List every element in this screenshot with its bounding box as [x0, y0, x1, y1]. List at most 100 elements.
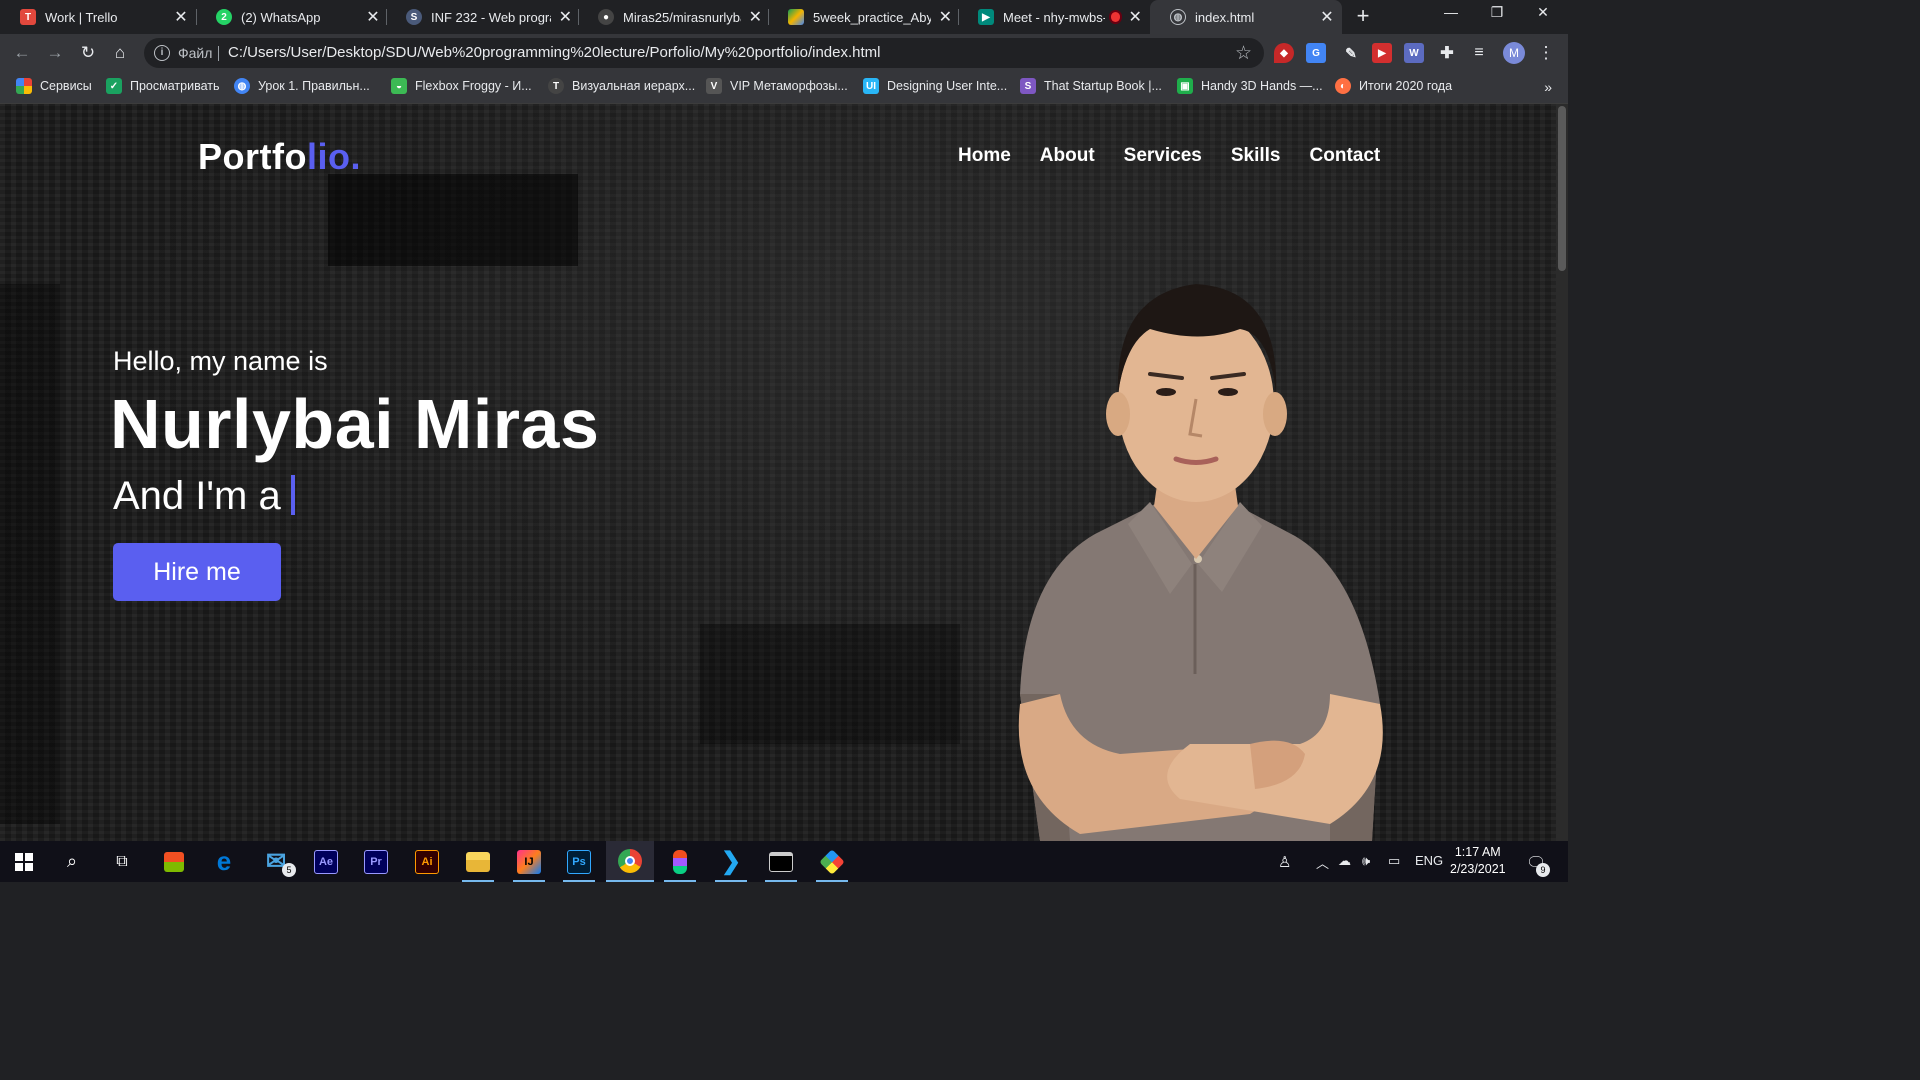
address-divider	[218, 46, 219, 61]
address-bar[interactable]: i Файл C:/Users/User/Desktop/SDU/Web%20p…	[144, 38, 1264, 68]
extensions-puzzle-icon[interactable]: ✚	[1437, 43, 1457, 63]
show-hidden-icons-icon[interactable]: ︿	[1316, 853, 1329, 872]
bookmark-label: That Startup Book |...	[1044, 79, 1162, 93]
after-effects-icon[interactable]: Ae	[302, 841, 350, 882]
hire-me-button[interactable]: Hire me	[113, 543, 281, 601]
onedrive-icon[interactable]: ☁	[1338, 853, 1351, 869]
task-view-glyph: ⧉	[116, 852, 128, 870]
browser-toolbar: ← → ↻ ⌂ i Файл C:/Users/User/Desktop/SDU…	[0, 34, 1568, 72]
hands-icon: ▣	[1177, 78, 1193, 94]
close-icon[interactable]: ✕	[1320, 7, 1334, 27]
page-scrollbar[interactable]	[1556, 104, 1568, 841]
figma-glyph	[673, 849, 687, 874]
bookmark-item[interactable]: ✓ Просматривать	[106, 78, 219, 94]
bookmark-label: VIP Метаморфозы...	[730, 79, 848, 93]
bookmark-item[interactable]: ◍ Урок 1. Правильн...	[234, 78, 370, 94]
adblock-shield-icon[interactable]: ◆	[1274, 43, 1294, 63]
globe-icon: ◍	[1170, 9, 1186, 25]
close-icon[interactable]: ✕	[939, 7, 952, 27]
people-icon[interactable]: ♙	[1278, 853, 1291, 871]
close-icon[interactable]: ✕	[174, 7, 188, 27]
video-extension-icon[interactable]: ▶	[1372, 43, 1392, 63]
info-icon[interactable]: i	[154, 45, 170, 61]
tab-inf232[interactable]: S INF 232 - Web program ✕	[386, 0, 580, 34]
menu-kebab-icon[interactable]: ⋮	[1536, 43, 1556, 63]
bookmark-star-icon[interactable]: ☆	[1235, 42, 1252, 65]
chrome-icon[interactable]	[606, 841, 654, 882]
logo-main: Portfo	[198, 136, 307, 177]
pen-extension-icon[interactable]: ✎	[1341, 43, 1361, 63]
window-close-icon[interactable]: ✕	[1520, 4, 1566, 21]
intellij-icon[interactable]: IJ	[505, 841, 553, 882]
tab-trello[interactable]: T Work | Trello ✕	[0, 0, 196, 34]
forward-icon[interactable]: →	[45, 43, 65, 63]
chrome-center	[625, 855, 635, 866]
store-glyph	[164, 851, 184, 872]
new-tab-button[interactable]: +	[1352, 5, 1374, 28]
back-icon[interactable]: ←	[12, 43, 32, 63]
url-text[interactable]: C:/Users/User/Desktop/SDU/Web%20programm…	[228, 44, 881, 61]
bookmark-label: Просматривать	[130, 79, 220, 93]
start-button[interactable]	[0, 841, 48, 882]
tab-whatsapp[interactable]: 2 (2) WhatsApp ✕	[196, 0, 388, 34]
background-texture	[700, 624, 960, 744]
scrollbar-thumb[interactable]	[1558, 106, 1566, 271]
nav-contact[interactable]: Contact	[1310, 145, 1381, 167]
nav-skills[interactable]: Skills	[1231, 145, 1281, 167]
close-icon[interactable]: ✕	[559, 7, 572, 27]
site-logo[interactable]: Portfolio.	[198, 136, 361, 178]
battery-icon[interactable]: ▭	[1388, 853, 1400, 869]
tab-github[interactable]: ● Miras25/mirasnurlybai. ✕	[578, 0, 770, 34]
profile-avatar[interactable]: M	[1503, 42, 1525, 64]
close-icon[interactable]: ✕	[1128, 7, 1142, 27]
flame-icon: ◐	[1335, 78, 1351, 94]
scheme-label: Файл	[178, 45, 213, 61]
restore-icon[interactable]: ❐	[1474, 4, 1520, 21]
nav-about[interactable]: About	[1040, 145, 1095, 167]
terminal-icon[interactable]	[757, 841, 805, 882]
home-icon[interactable]: ⌂	[110, 43, 130, 63]
nav-home[interactable]: Home	[958, 145, 1011, 167]
bookmark-item[interactable]: ▣ Handy 3D Hands —...	[1177, 78, 1323, 94]
site-icon: T	[548, 78, 564, 94]
bookmark-item[interactable]: Сервисы	[16, 78, 92, 94]
close-icon[interactable]: ✕	[749, 7, 762, 27]
mail-icon[interactable]: ✉ 5	[252, 841, 300, 882]
bookmark-item[interactable]: T Визуальная иерарх...	[548, 78, 695, 94]
file-explorer-icon[interactable]	[454, 841, 502, 882]
language-indicator[interactable]: ENG	[1415, 853, 1443, 868]
bookmark-item[interactable]: S That Startup Book |...	[1020, 78, 1162, 94]
task-view-icon[interactable]: ⧉	[98, 841, 146, 882]
wave-extension-icon[interactable]: W	[1404, 43, 1424, 63]
search-icon[interactable]: ⌕	[48, 841, 96, 882]
close-icon[interactable]: ✕	[366, 7, 380, 27]
vscode-glyph: ❯	[720, 848, 742, 875]
git-icon[interactable]	[808, 841, 856, 882]
translate-icon[interactable]: G	[1306, 43, 1326, 63]
reading-list-icon[interactable]: ≡	[1469, 43, 1489, 63]
premiere-icon[interactable]: Pr	[352, 841, 400, 882]
tab-drive[interactable]: 5week_practice_Abylay ✕	[768, 0, 960, 34]
volume-icon[interactable]: 🕪	[1362, 853, 1370, 869]
tab-strip: T Work | Trello ✕ 2 (2) WhatsApp ✕ S INF…	[0, 0, 1568, 34]
tab-index-html[interactable]: ◍ index.html ✕	[1150, 0, 1342, 34]
bookmark-item[interactable]: ◐ Итоги 2020 года	[1335, 78, 1452, 94]
minimize-icon[interactable]: —	[1428, 4, 1474, 20]
reload-icon[interactable]: ↻	[78, 43, 98, 63]
google-drive-icon	[788, 9, 804, 25]
bookmark-item[interactable]: UI Designing User Inte...	[863, 78, 1007, 94]
more-bookmarks-icon[interactable]: »	[1544, 79, 1552, 95]
vscode-icon[interactable]: ❯	[707, 841, 755, 882]
nav-services[interactable]: Services	[1124, 145, 1202, 167]
course-icon: S	[406, 9, 422, 25]
tab-meet[interactable]: ▶ Meet - nhy-mwbs- ✕	[958, 0, 1150, 34]
store-icon[interactable]	[150, 841, 198, 882]
figma-icon[interactable]	[656, 841, 704, 882]
clock[interactable]: 1:17 AM 2/23/2021	[1450, 844, 1506, 878]
bookmark-item[interactable]: ◒ Flexbox Froggy - И...	[391, 78, 532, 94]
photoshop-icon[interactable]: Ps	[555, 841, 603, 882]
bookmark-item[interactable]: V VIP Метаморфозы...	[706, 78, 848, 94]
illustrator-icon[interactable]: Ai	[403, 841, 451, 882]
after-effects-glyph: Ae	[314, 849, 338, 874]
edge-icon[interactable]: e	[200, 841, 248, 882]
